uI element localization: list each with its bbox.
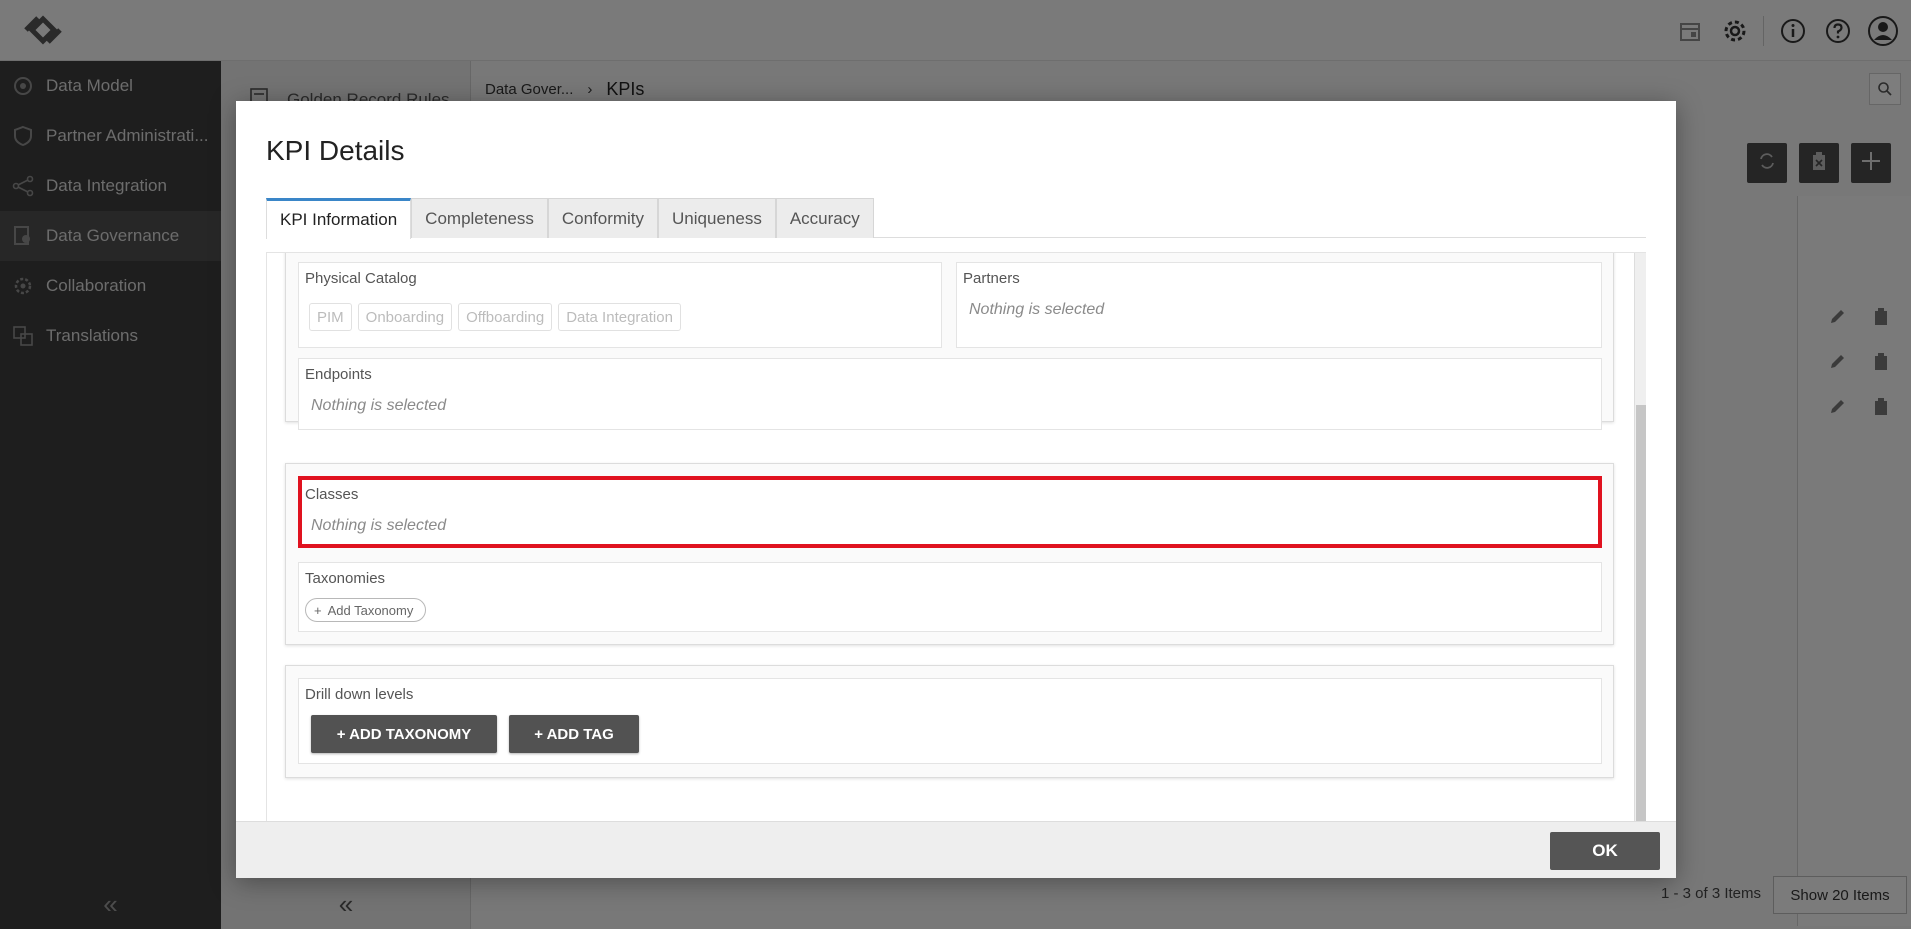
modal-scrollbar[interactable] [1634, 253, 1646, 821]
partners-field[interactable]: Partners Nothing is selected [956, 262, 1602, 348]
add-tag-button[interactable]: + ADD TAG [509, 715, 639, 753]
add-taxonomy-label: Add Taxonomy [327, 602, 414, 618]
modal-body: Physical Catalog PIM Onboarding Offboard… [266, 252, 1646, 821]
tab-conformity[interactable]: Conformity [547, 198, 659, 238]
tab-accuracy[interactable]: Accuracy [775, 198, 874, 238]
partners-value: Nothing is selected [969, 301, 1105, 318]
classes-highlight-frame [298, 476, 1602, 548]
classification-panel: Classes Nothing is selected Taxonomies +… [285, 463, 1614, 645]
add-taxonomy-chip[interactable]: + Add Taxonomy [305, 598, 427, 622]
physical-catalog-chips: PIM Onboarding Offboarding Data Integrat… [309, 303, 681, 331]
tab-bar: KPI Information Completeness Conformity … [266, 198, 1646, 239]
tab-completeness[interactable]: Completeness [411, 198, 548, 238]
physical-catalog-label: Physical Catalog [305, 270, 417, 287]
endpoints-label: Endpoints [305, 366, 372, 383]
scope-panel: Physical Catalog PIM Onboarding Offboard… [285, 253, 1614, 430]
catalog-chip-pim[interactable]: PIM [309, 303, 352, 331]
drill-down-label: Drill down levels [305, 686, 414, 703]
partners-label: Partners [963, 270, 1020, 287]
physical-catalog-field: Physical Catalog PIM Onboarding Offboard… [298, 262, 942, 348]
taxonomies-field: Taxonomies + Add Taxonomy [298, 562, 1602, 632]
ok-button[interactable]: OK [1550, 832, 1660, 870]
modal-footer: OK [236, 821, 1676, 878]
catalog-chip-data-integration[interactable]: Data Integration [558, 303, 681, 331]
add-taxonomy-button[interactable]: + ADD TAXONOMY [311, 715, 497, 753]
catalog-chip-offboarding[interactable]: Offboarding [458, 303, 553, 331]
taxonomies-label: Taxonomies [305, 570, 386, 587]
tab-uniqueness[interactable]: Uniqueness [658, 198, 776, 238]
plus-icon: + [314, 602, 322, 618]
endpoints-field[interactable]: Endpoints Nothing is selected [298, 358, 1602, 430]
kpi-details-modal: KPI Details KPI Information Completeness… [236, 101, 1676, 878]
drill-down-panel: Drill down levels + ADD TAXONOMY + ADD T… [285, 665, 1614, 778]
scrollbar-thumb[interactable] [1636, 405, 1646, 821]
drill-down-field: Drill down levels + ADD TAXONOMY + ADD T… [298, 678, 1602, 764]
endpoints-value: Nothing is selected [311, 397, 447, 414]
modal-title: KPI Details [266, 135, 405, 166]
tab-kpi-information[interactable]: KPI Information [266, 198, 412, 239]
catalog-chip-onboarding[interactable]: Onboarding [357, 303, 453, 331]
